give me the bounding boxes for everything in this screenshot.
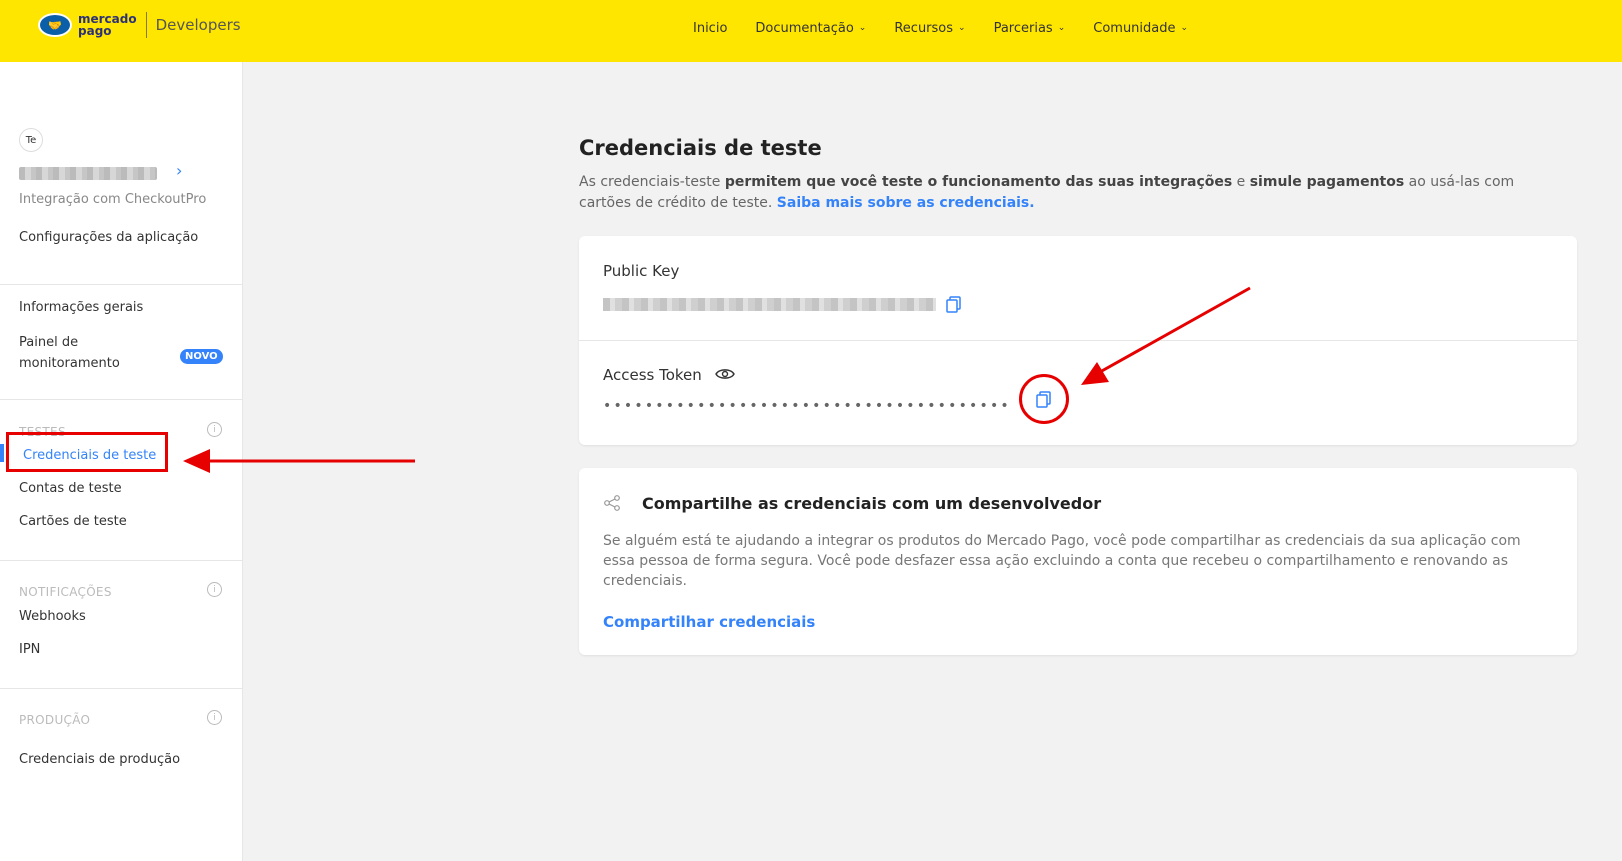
sidebar-item-ipn[interactable]: IPN [19,642,40,657]
page-description: As credenciais-teste permitem que você t… [579,172,1539,214]
nav-label: Comunidade [1093,21,1176,36]
share-credentials-link[interactable]: Compartilhar credenciais [603,613,815,631]
logo-product-name: Developers [155,16,241,34]
copy-icon[interactable] [1035,390,1053,408]
active-indicator [0,444,4,462]
chevron-down-icon: ⌄ [958,22,966,33]
section-notifications: NOTIFICAÇÕES [19,585,112,599]
chevron-down-icon: ⌄ [858,22,867,33]
sidebar-item-webhooks[interactable]: Webhooks [19,609,86,624]
info-icon[interactable]: i [207,582,222,597]
public-key-value-redacted [603,298,936,311]
nav-label: Inicio [693,21,728,36]
sidebar-item-production-credentials[interactable]: Credenciais de produção [19,752,180,767]
page-title: Credenciais de teste [579,136,822,160]
nav-parcerias[interactable]: Parcerias ⌄ [994,21,1066,36]
mercado-pago-logo[interactable]: 🤝 mercado pago Developers [38,12,241,38]
nav-inicio[interactable]: Inicio [693,21,727,36]
sidebar: Te › Integração com CheckoutPro Configur… [0,62,243,861]
logo-separator [145,12,147,38]
nav-comunidade[interactable]: Comunidade ⌄ [1093,21,1188,36]
nav-label: Documentação [755,21,854,36]
public-key-label: Public Key [603,262,680,280]
section-production: PRODUÇÃO [19,713,91,727]
handshake-icon: 🤝 [38,13,72,37]
new-badge: NOVO [180,349,223,364]
desc-text: e [1232,174,1250,190]
nav-documentacao[interactable]: Documentação ⌄ [755,21,866,36]
access-token-value-masked: ••••••••••••••••••••••••••••••••••••••• [603,398,1011,414]
sidebar-item-app-settings[interactable]: Configurações da aplicação [19,230,198,245]
chevron-down-icon: ⌄ [1057,22,1066,33]
card-divider [579,340,1577,341]
credentials-card: Public Key Access Token ••••••••••••••••… [579,236,1577,445]
nav-label: Parcerias [993,21,1053,36]
desc-text: As credenciais-teste [579,174,725,190]
app-subtitle: Integração com CheckoutPro [19,192,207,207]
chevron-down-icon: ⌄ [1180,22,1189,33]
share-description: Se alguém está te ajudando a integrar os… [603,533,1521,589]
chevron-right-icon[interactable]: › [176,161,182,180]
sidebar-divider [0,688,242,689]
sidebar-item-general-info[interactable]: Informações gerais [19,300,143,315]
app-name-redacted [19,167,157,180]
sidebar-item-test-cards[interactable]: Cartões de teste [19,514,127,529]
desc-bold: permitem que você teste o funcionamento … [724,174,1233,190]
top-header: 🤝 mercado pago Developers Inicio Documen… [0,0,1622,62]
sidebar-item-test-credentials[interactable]: Credenciais de teste [23,448,156,463]
nav-label: Recursos [894,21,954,36]
avatar: Te [19,128,43,152]
nav-recursos[interactable]: Recursos ⌄ [894,21,965,36]
learn-more-link[interactable]: Saiba mais sobre as credenciais. [777,195,1035,211]
share-icon [604,495,620,511]
sidebar-item-monitoring[interactable]: Painel de monitoramento [19,332,120,374]
info-icon[interactable]: i [207,710,222,725]
sidebar-item-test-accounts[interactable]: Contas de teste [19,481,122,496]
logo-line2: pago [78,24,112,38]
info-icon[interactable]: i [207,422,222,437]
sidebar-divider [0,399,242,400]
main-nav: Inicio Documentação ⌄ Recursos ⌄ Parcerias… [693,21,1216,36]
share-title: Compartilhe as credenciais com um desenv… [642,494,1102,513]
sidebar-divider [0,560,242,561]
share-credentials-card: Compartilhe as credenciais com um desenv… [579,468,1577,655]
sidebar-divider [0,284,242,285]
copy-icon[interactable] [945,295,963,313]
desc-bold: simule pagamentos [1249,174,1405,190]
access-token-label: Access Token [603,366,702,384]
logo-wordmark: mercado pago [78,13,137,37]
sidebar-item-label: monitoramento [19,356,120,371]
eye-icon[interactable] [715,367,735,381]
sidebar-item-label: Painel de [19,335,79,350]
